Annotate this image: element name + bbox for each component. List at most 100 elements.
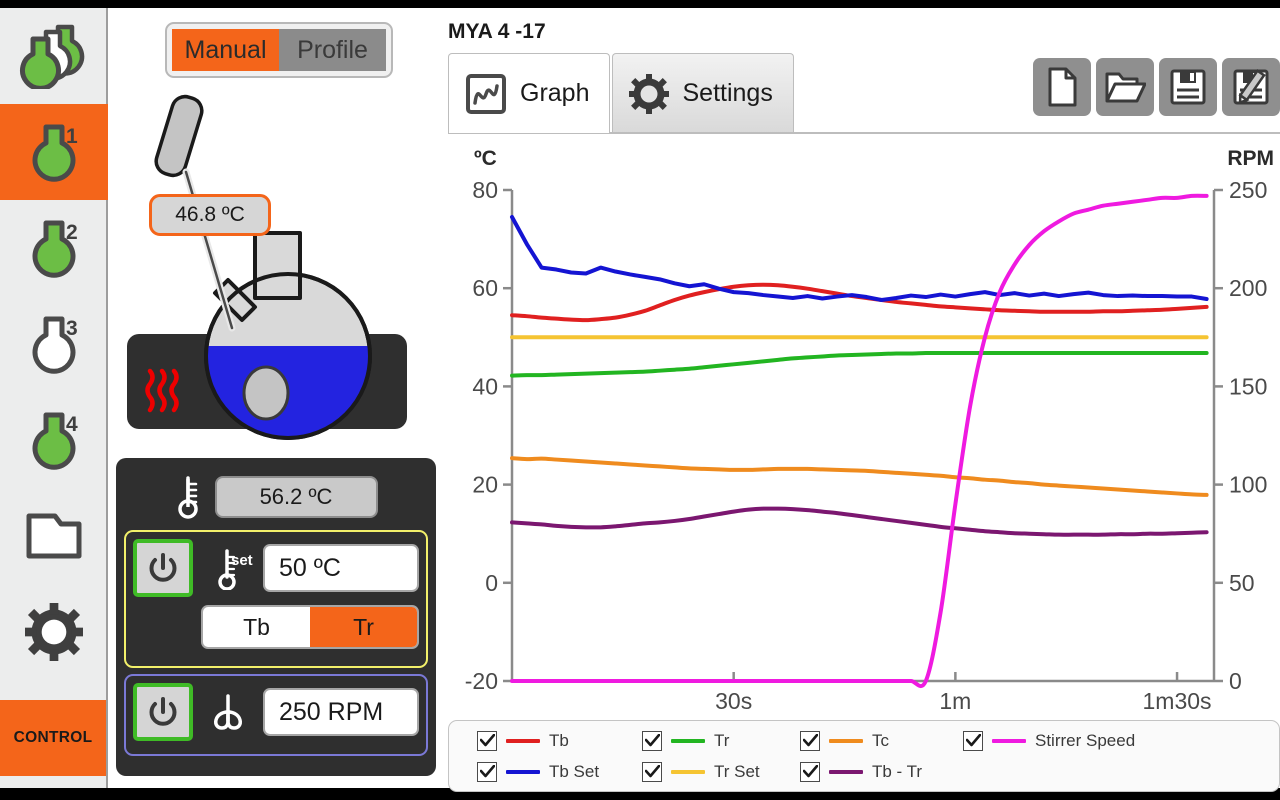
x-tick-label: 1m: [939, 688, 971, 712]
new-file-button[interactable]: [1033, 58, 1091, 116]
tab-bar: Graph Settings: [448, 53, 794, 133]
sidebar-item-badge: 3: [66, 318, 78, 339]
legend-label: Tb - Tr: [872, 762, 922, 782]
legend-label: Tb: [549, 731, 569, 751]
legend-checkbox[interactable]: [800, 762, 820, 782]
chart-area: ºC RPM -2002040608005010015020025030s1m1…: [448, 134, 1280, 712]
stirring-power-button[interactable]: [133, 683, 193, 741]
control-panel: 56.2 ºC: [116, 458, 436, 776]
gear-icon: [25, 603, 83, 661]
line-chart: -2002040608005010015020025030s1m1m30s: [448, 134, 1280, 712]
legend-color-swatch: [506, 770, 540, 774]
application-window: 1 2 3 4 CONTROL Manual Profile: [0, 0, 1280, 800]
y-tick-label-left: 40: [472, 373, 498, 399]
sidebar-item-badge: 4: [66, 414, 78, 435]
legend-label: Tc: [872, 731, 889, 751]
sidebar-item-reactor-1[interactable]: 1: [0, 104, 108, 200]
save-disk-icon: [1169, 68, 1207, 106]
y-axis-left-unit: ºC: [474, 147, 497, 171]
legend-checkbox[interactable]: [477, 731, 497, 751]
current-temperature-row: 56.2 ºC: [124, 466, 428, 528]
legend-label: Tb Set: [549, 762, 599, 782]
series-tr: [512, 353, 1207, 376]
left-sidebar: 1 2 3 4 CONTROL: [0, 8, 108, 788]
y-tick-label-right: 100: [1229, 472, 1267, 498]
power-icon: [146, 551, 180, 585]
legend-checkbox[interactable]: [642, 762, 662, 782]
page-title: MYA 4 -17: [448, 20, 546, 44]
legend-checkbox[interactable]: [800, 731, 820, 751]
sidebar-item-reactor-4[interactable]: 4: [0, 392, 108, 488]
power-icon: [146, 695, 180, 729]
legend-item[interactable]: Stirrer Speed: [963, 731, 1279, 751]
mode-toggle[interactable]: Manual Profile: [165, 22, 393, 78]
sidebar-item-reactor-3[interactable]: 3: [0, 296, 108, 392]
save-as-icon: [1232, 68, 1270, 106]
series-tb: [512, 285, 1207, 320]
setpoint-temperature-input[interactable]: 50 ºC: [263, 544, 419, 592]
legend-checkbox[interactable]: [477, 762, 497, 782]
sidebar-control-label: CONTROL: [14, 729, 93, 747]
sensor-option-tb[interactable]: Tb: [203, 607, 310, 647]
y-tick-label-left: 0: [485, 570, 498, 596]
legend-color-swatch: [829, 739, 863, 743]
top-black-bar: [0, 0, 1280, 8]
legend-color-swatch: [829, 770, 863, 774]
legend-label: Tr Set: [714, 762, 760, 782]
sidebar-item-reactor-2[interactable]: 2: [0, 200, 108, 296]
series-tb-set: [512, 217, 1207, 300]
stir-bar-icon: [201, 692, 255, 732]
mode-option-profile[interactable]: Profile: [279, 29, 386, 71]
file-toolbar: [1033, 58, 1280, 116]
probe-temperature-badge: 46.8 ºC: [149, 194, 271, 236]
sidebar-control-tab[interactable]: CONTROL: [0, 700, 106, 776]
thermometer-icon: [175, 474, 201, 520]
stirrer-speed-input[interactable]: 250 RPM: [263, 688, 419, 736]
save-as-button[interactable]: [1222, 58, 1280, 116]
heating-power-button[interactable]: [133, 539, 193, 597]
sensor-selector[interactable]: Tb Tr: [201, 605, 419, 649]
heating-group: set 50 ºC Tb Tr: [124, 530, 428, 668]
y-tick-label-right: 200: [1229, 275, 1267, 301]
y-axis-right-unit: RPM: [1227, 147, 1274, 171]
legend-checkbox[interactable]: [642, 731, 662, 751]
legend-color-swatch: [992, 739, 1026, 743]
sensor-option-tr[interactable]: Tr: [310, 607, 417, 647]
sidebar-item-all-reactors[interactable]: [0, 8, 108, 104]
waveform-icon: [465, 73, 507, 115]
tab-settings-label: Settings: [682, 79, 772, 108]
folder-icon: [25, 512, 83, 560]
legend-item[interactable]: Tr: [642, 731, 800, 751]
current-temperature-readout: 56.2 ºC: [215, 476, 378, 518]
tab-graph[interactable]: Graph: [448, 53, 610, 133]
legend-item[interactable]: Tc: [800, 731, 963, 751]
y-tick-label-right: 0: [1229, 668, 1242, 694]
legend-label: Tr: [714, 731, 729, 751]
sidebar-item-settings[interactable]: [0, 584, 108, 680]
reactor-graphic: [110, 88, 442, 458]
mode-option-manual[interactable]: Manual: [172, 29, 279, 71]
sidebar-item-files[interactable]: [0, 488, 108, 584]
y-tick-label-right: 250: [1229, 177, 1267, 203]
y-tick-label-right: 150: [1229, 373, 1267, 399]
sidebar-item-badge: 2: [66, 222, 78, 243]
gear-icon: [629, 74, 669, 114]
center-panel: Manual Profile: [110, 8, 442, 788]
tab-graph-label: Graph: [520, 79, 589, 108]
legend-checkbox[interactable]: [963, 731, 983, 751]
new-file-icon: [1044, 67, 1080, 107]
open-file-button[interactable]: [1096, 58, 1154, 116]
legend-item[interactable]: Tb Set: [477, 762, 642, 782]
y-tick-label-left: 80: [472, 177, 498, 203]
sidebar-item-badge: 1: [66, 126, 78, 147]
legend-item[interactable]: Tb - Tr: [800, 762, 963, 782]
tab-settings[interactable]: Settings: [612, 53, 793, 133]
x-tick-label: 1m30s: [1143, 688, 1212, 712]
legend-color-swatch: [671, 739, 705, 743]
open-folder-icon: [1104, 68, 1146, 106]
legend-item[interactable]: Tr Set: [642, 762, 800, 782]
reactor-illustration: 46.8 ºC: [110, 88, 442, 458]
stir-bar-icon: [244, 367, 288, 419]
legend-item[interactable]: Tb: [477, 731, 642, 751]
save-button[interactable]: [1159, 58, 1217, 116]
